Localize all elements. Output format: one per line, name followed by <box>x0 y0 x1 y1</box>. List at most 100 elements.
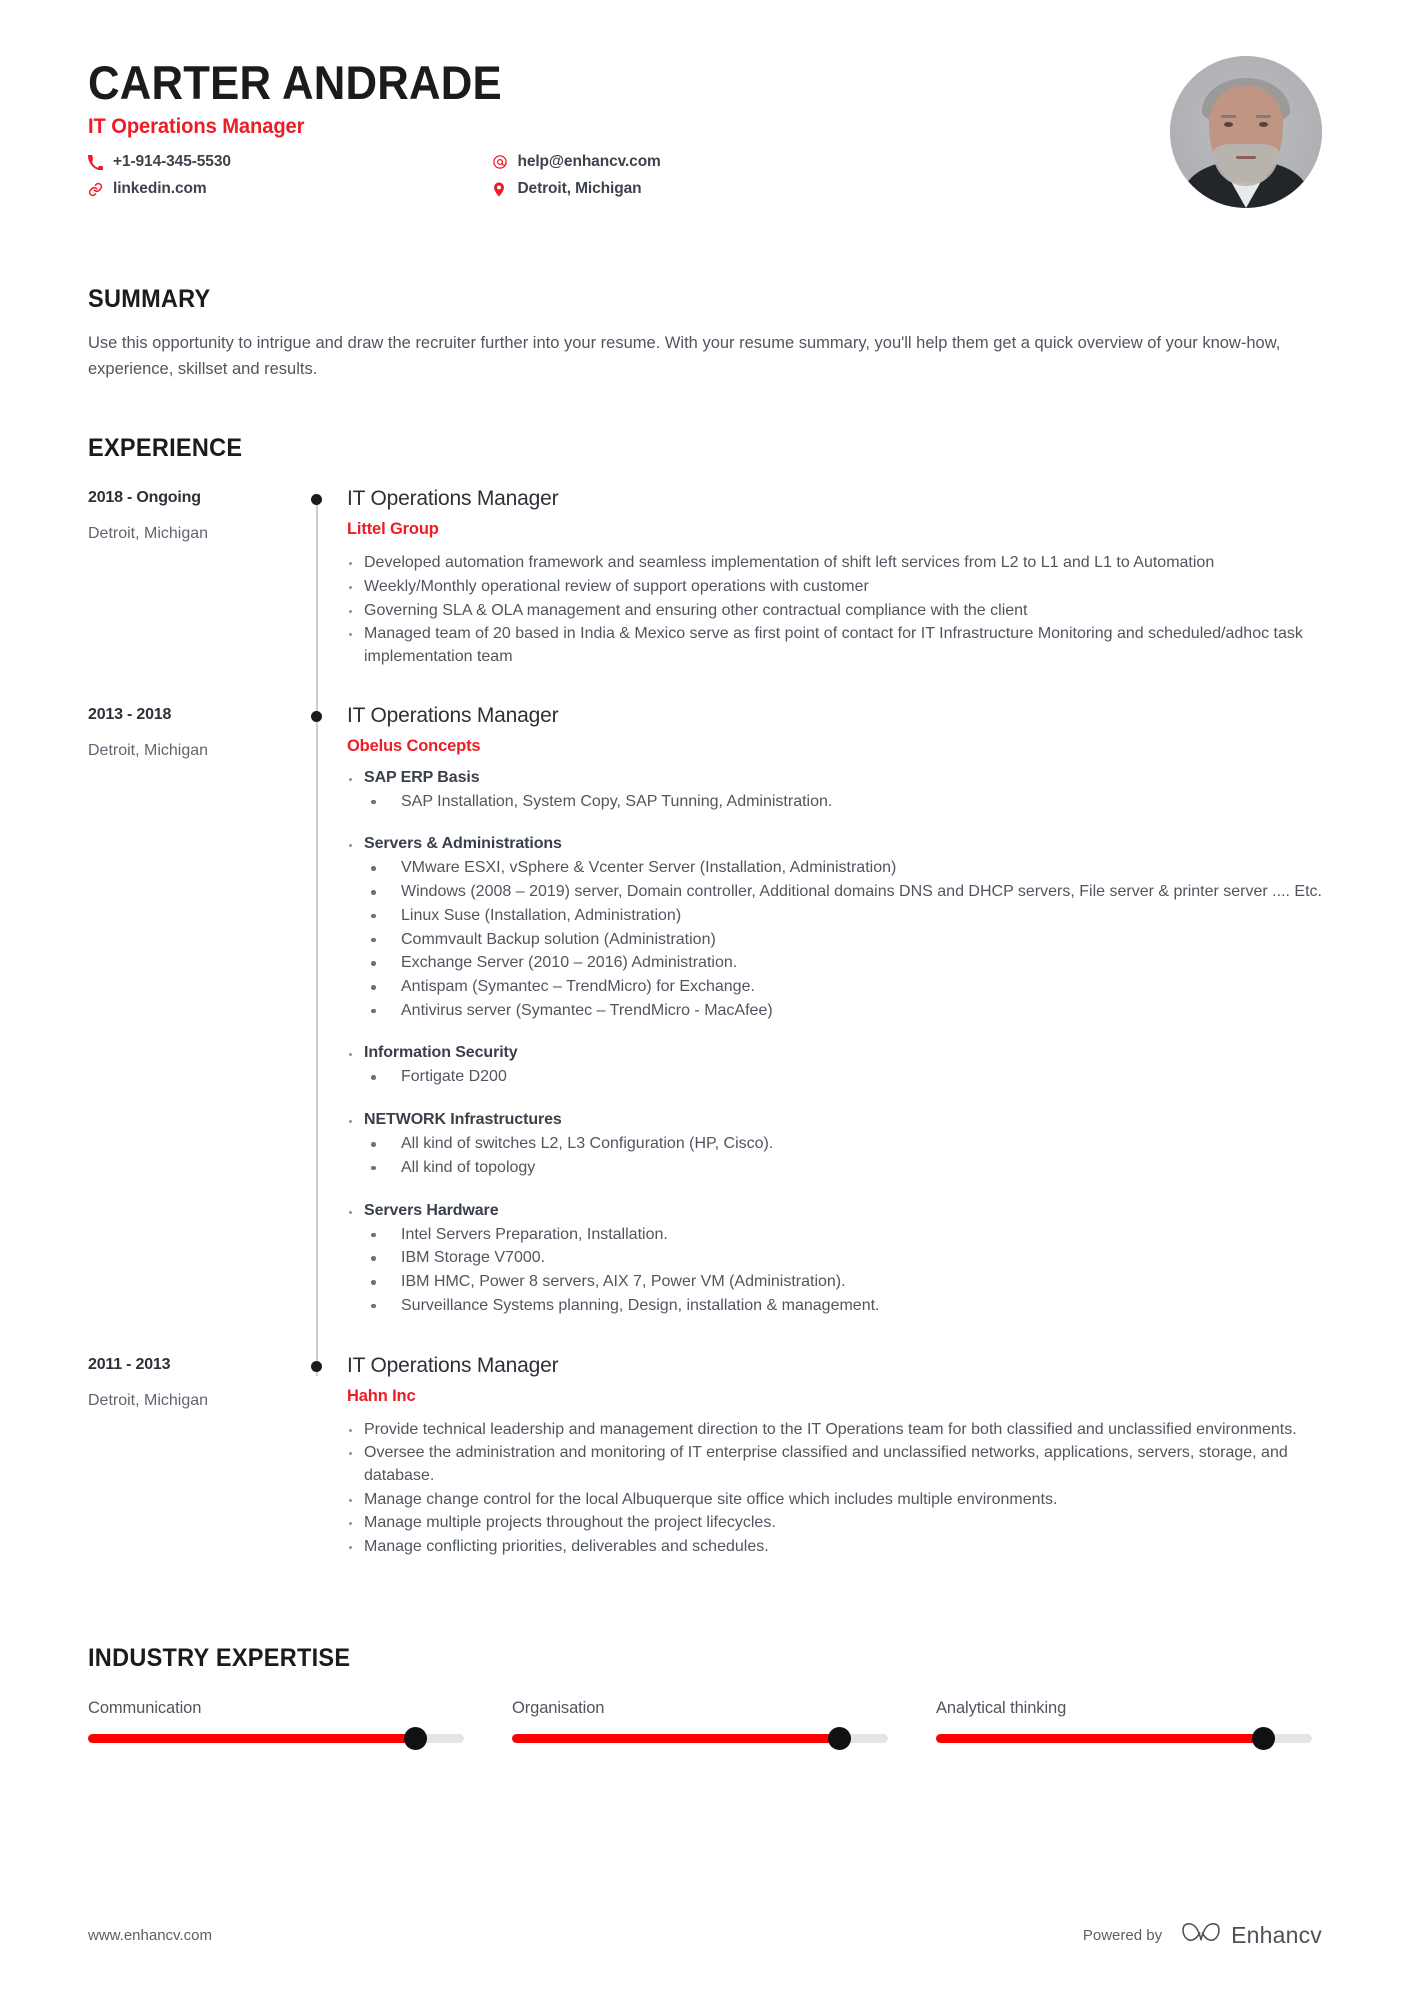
location-pin-icon <box>492 182 512 197</box>
resume-header: CARTER ANDRADE IT Operations Manager +1-… <box>0 0 1410 230</box>
experience-bullet: Oversee the administration and monitorin… <box>347 1442 1322 1487</box>
experience-location: Detroit, Michigan <box>88 741 209 759</box>
experience-bullet: Provide technical leadership and managem… <box>347 1419 1322 1442</box>
avatar-eyebrow-left <box>1221 115 1236 118</box>
experience-group-items: Fortigate D200 <box>347 1066 1322 1089</box>
experience-entry: 2011 - 2013 Detroit, Michigan IT Operation… <box>88 1354 1322 1594</box>
enhancv-wordmark: Enhancv <box>1231 1921 1322 1948</box>
experience-heading: EXPERIENCE <box>88 434 243 463</box>
experience-location: Detroit, Michigan <box>88 525 209 543</box>
experience-bullet: Manage conflicting priorities, deliverab… <box>347 1536 1322 1559</box>
skill-slider-handle[interactable] <box>403 1726 427 1750</box>
experience-groups: SAP ERP Basis SAP Installation, System Co… <box>347 769 1322 1318</box>
experience-group-bullet: Intel Servers Preparation, Installation. <box>347 1224 1322 1247</box>
experience-company: Obelus Concepts <box>347 736 481 755</box>
contact-location: Detroit, Michigan <box>492 176 912 203</box>
experience-role: IT Operations Manager <box>347 703 559 727</box>
experience-group-bullet: All kind of topology <box>347 1157 1322 1180</box>
experience-bullet: Weekly/Monthly operational review of sup… <box>347 576 1322 599</box>
avatar <box>1170 56 1322 208</box>
timeline-line <box>316 717 318 1376</box>
experience-dates: 2018 - Ongoing <box>88 489 201 507</box>
contact-column-right: help@enhancv.com Detroit, Michigan <box>492 149 912 203</box>
skill-item: Organisation <box>512 1698 888 1750</box>
experience-entry: 2018 - Ongoing Detroit, Michigan IT Operat… <box>88 487 1322 726</box>
skill-slider-handle[interactable] <box>827 1726 851 1750</box>
resume-page: CARTER ANDRADE IT Operations Manager +1-… <box>0 0 1410 1995</box>
experience-group: Information Security Fortigate D200 <box>347 1044 1322 1089</box>
experience-location: Detroit, Michigan <box>88 1391 209 1409</box>
experience-group-bullet: IBM Storage V7000. <box>347 1247 1322 1270</box>
contact-phone-value: +1-914-345-5530 <box>113 153 231 171</box>
experience-list: 2018 - Ongoing Detroit, Michigan IT Operat… <box>88 487 1322 1594</box>
summary-section: SUMMARY Use this opportunity to intrigue… <box>0 285 1410 382</box>
contact-details: +1-914-345-5530 linkedin.com help@enhanc… <box>88 149 968 203</box>
experience-group-bullet: Antivirus server (Symantec – TrendMicro … <box>347 1000 1322 1023</box>
contact-location-value: Detroit, Michigan <box>517 180 642 198</box>
expertise-heading: INDUSTRY EXPERTISE <box>88 1643 351 1672</box>
expertise-section: INDUSTRY EXPERTISE Communication Organisa… <box>0 1643 1410 1750</box>
experience-group-bullet: IBM HMC, Power 8 servers, AIX 7, Power V… <box>347 1271 1322 1294</box>
experience-meta: 2011 - 2013 Detroit, Michigan <box>88 1354 268 1590</box>
experience-group-bullet: Surveillance Systems planning, Design, i… <box>347 1295 1322 1318</box>
timeline-rail <box>268 1354 328 1590</box>
skill-slider[interactable] <box>88 1726 464 1750</box>
experience-body: IT Operations Manager Obelus Concepts SAP … <box>328 704 1322 1350</box>
powered-by-label: Powered by <box>1082 1926 1163 1944</box>
experience-bullets: Developed automation framework and seaml… <box>347 552 1322 669</box>
experience-bullet: Managed team of 20 based in India & Mexi… <box>347 623 1322 668</box>
experience-group-bullet: Antispam (Symantec – TrendMicro) for Exc… <box>347 976 1322 999</box>
experience-group-items: SAP Installation, System Copy, SAP Tunni… <box>347 791 1322 814</box>
enhancv-mark-icon <box>1180 1920 1222 1951</box>
job-title: IT Operations Manager <box>88 114 305 138</box>
summary-heading: SUMMARY <box>88 285 211 313</box>
experience-bullet: Developed automation framework and seaml… <box>347 552 1322 575</box>
skill-label: Analytical thinking <box>936 1698 1067 1717</box>
experience-group: Servers Hardware Intel Servers Preparatio… <box>347 1202 1322 1318</box>
skills-row: Communication Organisation Analytical thin… <box>88 1698 1322 1750</box>
footer-url[interactable]: www.enhancv.com <box>88 1927 212 1944</box>
contact-linkedin-value: linkedin.com <box>113 180 207 198</box>
experience-group-bullet: All kind of switches L2, L3 Configuratio… <box>347 1133 1322 1156</box>
skill-item: Communication <box>88 1698 464 1750</box>
experience-section: EXPERIENCE 2018 - Ongoing Detroit, Michig… <box>0 434 1410 1594</box>
experience-group-heading: SAP ERP Basis <box>347 769 1322 787</box>
experience-bullet: Governing SLA & OLA management and ensur… <box>347 600 1322 623</box>
avatar-eyebrow-right <box>1256 115 1271 118</box>
experience-role: IT Operations Manager <box>347 487 559 511</box>
contact-phone[interactable]: +1-914-345-5530 <box>88 149 488 176</box>
email-icon <box>492 154 512 170</box>
experience-body: IT Operations Manager Hahn Inc Provide tec… <box>328 1354 1322 1590</box>
skill-label: Organisation <box>512 1698 605 1717</box>
experience-group-heading: Servers & Administrations <box>347 835 1322 853</box>
experience-group-bullet: Linux Suse (Installation, Administration… <box>347 905 1322 928</box>
skill-slider[interactable] <box>936 1726 1312 1750</box>
experience-group-heading: Information Security <box>347 1044 1322 1062</box>
avatar-eye-left <box>1224 122 1233 127</box>
avatar-mouth <box>1236 156 1256 159</box>
skill-slider-handle[interactable] <box>1251 1726 1275 1750</box>
contact-linkedin[interactable]: linkedin.com <box>88 176 488 203</box>
skill-slider[interactable] <box>512 1726 888 1750</box>
experience-group-items: All kind of switches L2, L3 Configuratio… <box>347 1133 1322 1179</box>
footer: www.enhancv.com Powered by Enhancv <box>0 1875 1410 1995</box>
experience-group: Servers & Administrations VMware ESXI, vS… <box>347 835 1322 1022</box>
experience-group-bullet: SAP Installation, System Copy, SAP Tunni… <box>347 791 1322 814</box>
timeline-dot <box>311 710 322 722</box>
experience-group-items: Intel Servers Preparation, Installation.… <box>347 1224 1322 1318</box>
footer-branding: Powered by Enhancv <box>1083 1920 1322 1951</box>
experience-body: IT Operations Manager Littel Group Develop… <box>328 487 1322 700</box>
contact-email[interactable]: help@enhancv.com <box>492 149 912 176</box>
experience-group-bullet: Fortigate D200 <box>347 1066 1322 1089</box>
experience-meta: 2013 - 2018 Detroit, Michigan <box>88 704 268 1350</box>
experience-group-bullet: Windows (2008 – 2019) server, Domain con… <box>347 881 1322 904</box>
avatar-eye-right <box>1259 122 1268 127</box>
timeline-rail <box>268 704 328 1376</box>
experience-group-bullet: VMware ESXI, vSphere & Vcenter Server (I… <box>347 857 1322 880</box>
skill-label: Communication <box>88 1698 202 1717</box>
experience-bullet: Manage multiple projects throughout the … <box>347 1512 1322 1535</box>
contact-column-left: +1-914-345-5530 linkedin.com <box>88 149 488 203</box>
experience-entry: 2013 - 2018 Detroit, Michigan IT Operation… <box>88 704 1322 1376</box>
link-icon <box>88 182 108 197</box>
enhancv-logo: Enhancv <box>1180 1920 1322 1951</box>
